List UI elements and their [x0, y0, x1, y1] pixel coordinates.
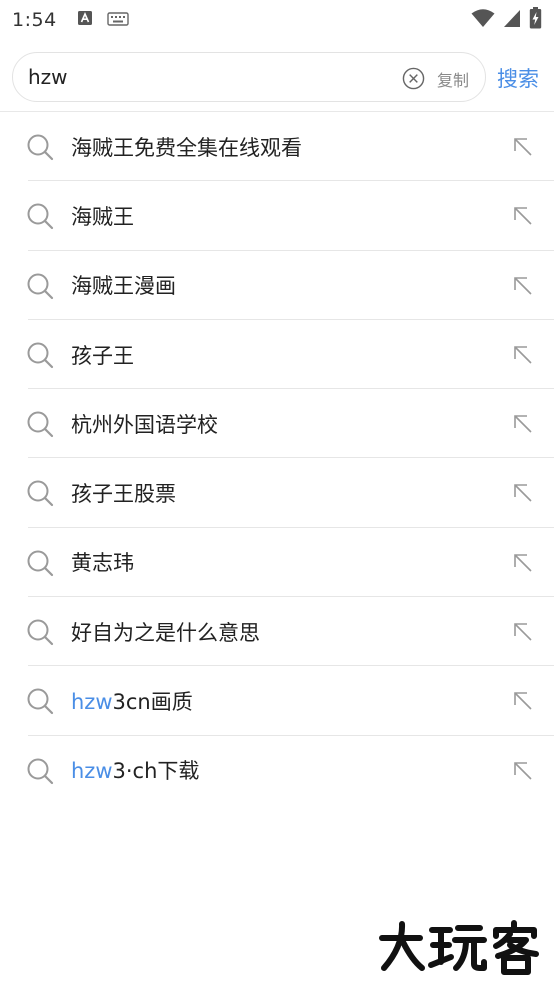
suggestion-label: 3·ch下载 — [112, 759, 200, 784]
text-input-notification-icon — [77, 10, 93, 30]
fill-query-arrow-icon[interactable] — [512, 621, 534, 643]
search-icon — [27, 688, 54, 715]
copy-button[interactable]: 复制 — [437, 67, 469, 91]
suggestion-item[interactable]: hzw3·ch下载 — [0, 736, 554, 805]
suggestion-label: 黄志玮 — [71, 551, 134, 576]
suggestion-text: 黄志玮 — [71, 547, 134, 577]
suggestion-text: 孩子王股票 — [71, 478, 176, 508]
wifi-icon — [471, 8, 495, 32]
fill-query-arrow-icon[interactable] — [512, 552, 534, 574]
search-input[interactable] — [28, 65, 398, 89]
status-right-icons — [471, 7, 542, 33]
suggestion-item[interactable]: 杭州外国语学校 — [0, 389, 554, 459]
status-bar: 1:54 — [0, 0, 554, 40]
search-icon — [27, 480, 54, 507]
suggestion-item[interactable]: 海贼王免费全集在线观看 — [0, 112, 554, 182]
suggestion-item[interactable]: 海贼王漫画 — [0, 251, 554, 320]
suggestion-text: 海贼王漫画 — [71, 270, 176, 300]
fill-query-arrow-icon[interactable] — [512, 482, 534, 504]
status-time: 1:54 — [12, 9, 57, 31]
suggestion-label: 海贼王 — [71, 204, 134, 229]
suggestion-label: 好自为之是什么意思 — [71, 620, 260, 645]
search-icon — [27, 550, 54, 576]
suggestion-item[interactable]: 孩子王股票 — [0, 458, 554, 528]
search-icon — [27, 203, 54, 230]
suggestion-text: hzw3·ch下载 — [71, 755, 199, 785]
search-icon — [27, 134, 54, 161]
suggestion-list: 海贼王免费全集在线观看 海贼王 海贼王漫画 孩子王 杭州外国语学校 孩子王股票 … — [0, 112, 554, 805]
fill-query-arrow-icon[interactable] — [512, 760, 534, 782]
suggestion-item[interactable]: hzw3cn画质 — [0, 666, 554, 736]
fill-query-arrow-icon[interactable] — [512, 344, 534, 366]
suggestion-label: 孩子王 — [71, 343, 134, 368]
suggestion-item[interactable]: 黄志玮 — [0, 528, 554, 598]
suggestion-text: 孩子王 — [71, 340, 134, 370]
search-button[interactable]: 搜索 — [497, 63, 539, 93]
suggestion-text: hzw3cn画质 — [71, 686, 193, 716]
suggestion-item[interactable]: 好自为之是什么意思 — [0, 597, 554, 667]
search-icon — [27, 619, 54, 646]
suggestion-item[interactable]: 海贼王 — [0, 181, 554, 251]
fill-query-arrow-icon[interactable] — [512, 136, 534, 158]
suggestion-item[interactable]: 孩子王 — [0, 320, 554, 390]
suggestion-label: 3cn画质 — [112, 690, 193, 715]
search-icon — [27, 342, 54, 368]
suggestion-text: 海贼王 — [71, 201, 134, 231]
suggestion-highlight: hzw — [71, 759, 113, 784]
search-box: 复制 — [12, 52, 486, 102]
search-suggestion-page: 1:54 hzw 复制 搜索 海贼王免费全集在线观看 海贼王 海贼王漫画 孩子王… — [0, 0, 554, 985]
suggestion-text: 好自为之是什么意思 — [71, 617, 260, 647]
fill-query-arrow-icon[interactable] — [512, 275, 534, 297]
search-icon — [27, 273, 54, 299]
cellular-signal-icon — [503, 8, 521, 32]
suggestion-label: 杭州外国语学校 — [71, 412, 218, 437]
suggestion-text: 杭州外国语学校 — [71, 409, 218, 439]
dawanke-watermark-logo — [379, 920, 539, 975]
search-icon — [27, 411, 54, 438]
clear-input-button[interactable] — [401, 66, 425, 90]
clear-icon — [402, 67, 424, 89]
fill-query-arrow-icon[interactable] — [512, 205, 534, 227]
fill-query-arrow-icon[interactable] — [512, 690, 534, 712]
search-icon — [27, 758, 54, 784]
fill-query-arrow-icon[interactable] — [512, 413, 534, 435]
suggestion-label: 海贼王漫画 — [71, 274, 176, 299]
battery-charging-icon — [529, 7, 542, 33]
keyboard-icon — [106, 11, 129, 30]
suggestion-text: 海贼王免费全集在线观看 — [71, 132, 302, 162]
suggestion-label: 海贼王免费全集在线观看 — [71, 135, 302, 160]
suggestion-highlight: hzw — [71, 690, 113, 715]
suggestion-label: 孩子王股票 — [71, 482, 176, 507]
